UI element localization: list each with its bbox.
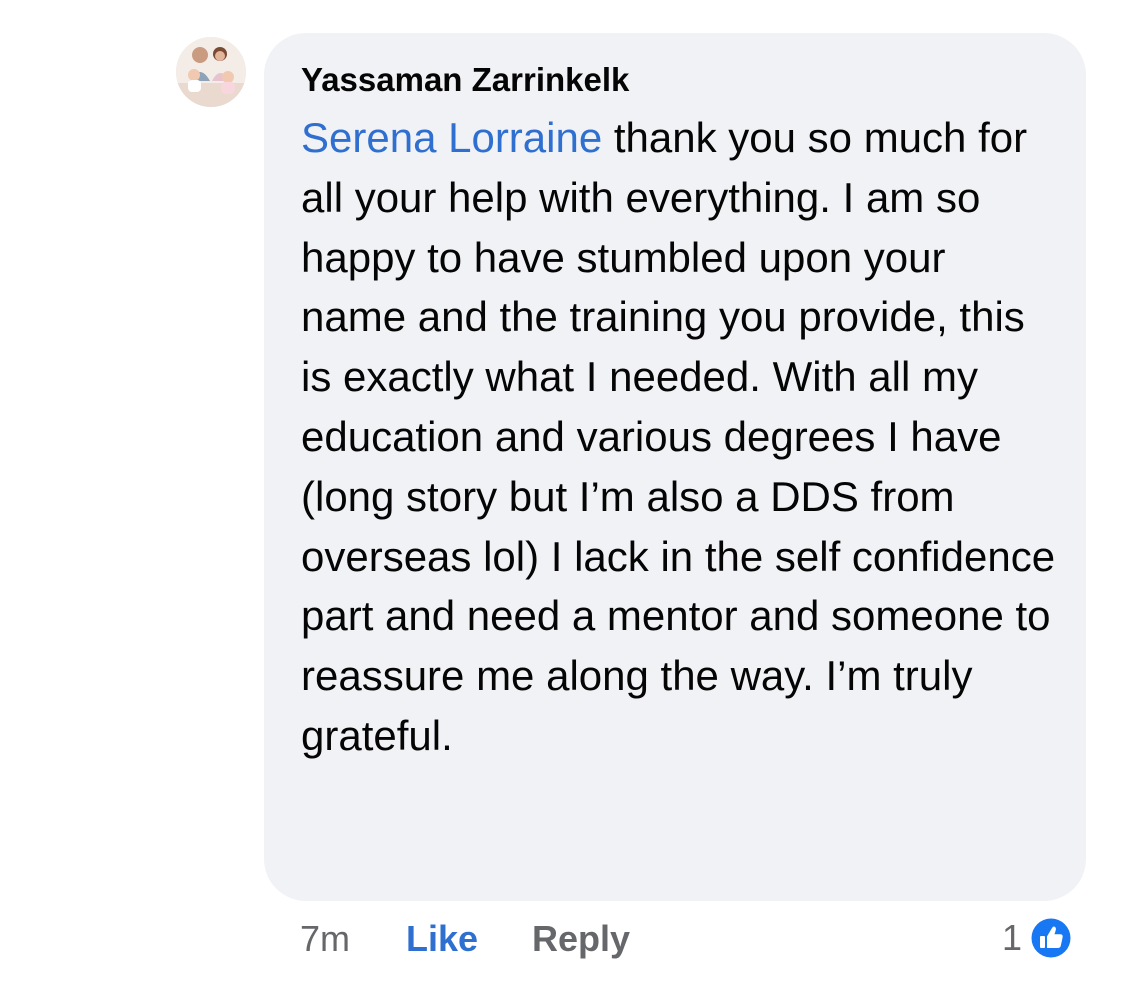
mention-link[interactable]: Serena Lorraine [301,114,602,161]
thumbs-up-icon [1028,915,1074,961]
avatar[interactable] [176,37,246,107]
reaction-summary[interactable]: 1 [1002,910,1074,966]
comment-body: thank you so much for all your help with… [301,114,1056,759]
comment-timestamp[interactable]: 7m [300,914,350,964]
like-button[interactable]: Like [406,914,478,964]
reply-button[interactable]: Reply [532,914,630,964]
reaction-count: 1 [1002,917,1023,958]
comment-text: Serena Lorraine thank you so much for al… [301,108,1061,766]
comment-author-name[interactable]: Yassaman Zarrinkelk [301,60,629,100]
avatar-photo [176,37,246,107]
